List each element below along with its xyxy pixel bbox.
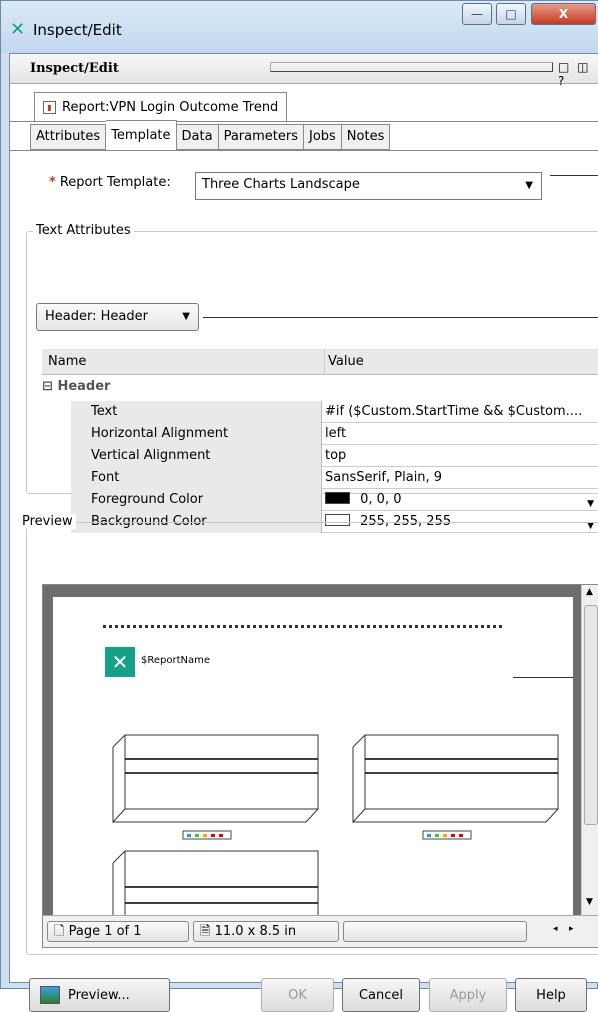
scroll-left-icon[interactable]: ◂: [553, 924, 558, 934]
scroll-up-icon[interactable]: ▲: [586, 587, 593, 597]
connector-line: [550, 175, 598, 176]
connector-line: [203, 317, 598, 318]
color-value: 0, 0, 0: [360, 492, 402, 507]
table-row[interactable]: Foreground Color 0, 0, 0 ▼: [71, 489, 598, 511]
divider: [10, 150, 598, 151]
column-header-value[interactable]: Value: [324, 349, 598, 375]
app-logo-icon: ✕: [10, 19, 26, 40]
header-text-placeholder: [103, 625, 503, 628]
help-button[interactable]: Help: [515, 978, 587, 1012]
divider: [10, 121, 598, 122]
tab-jobs[interactable]: Jobs: [303, 124, 342, 150]
panel-header: Inspect/Edit □ ◫ ?: [10, 54, 598, 88]
preview-button-label: Preview...: [68, 987, 130, 1003]
property-name: Font: [71, 467, 322, 489]
table-row[interactable]: Font SansSerif, Plain, 9: [71, 467, 598, 489]
ok-button[interactable]: OK: [261, 978, 334, 1012]
text-attributes-legend: Text Attributes: [33, 223, 134, 238]
property-value[interactable]: #if ($Custom.StartTime && $Custom....: [322, 401, 598, 423]
connector-line: [513, 677, 573, 678]
property-name: Horizontal Alignment: [71, 423, 322, 445]
page-size-indicator: 🗎 11.0 x 8.5 in: [193, 921, 339, 942]
maximize-button[interactable]: □: [496, 3, 526, 25]
color-swatch: [325, 492, 350, 504]
apply-button[interactable]: Apply: [429, 978, 507, 1012]
scroll-right-icon[interactable]: ▸: [569, 924, 574, 934]
preview-canvas[interactable]: ✕ $ReportName ▲ ▼ 🗋 Page 1 of 1 🗎 11.0 x…: [42, 584, 598, 948]
required-marker: *: [49, 175, 56, 190]
property-value[interactable]: left: [322, 423, 598, 445]
header-element-value: Header: Header: [45, 309, 148, 324]
property-value[interactable]: top: [322, 445, 598, 467]
tab-attributes[interactable]: Attributes: [30, 124, 107, 150]
preview-status-bar: 🗋 Page 1 of 1 🗎 11.0 x 8.5 in ◂ ▸: [43, 915, 598, 947]
report-chart-icon: ▮: [43, 101, 56, 114]
tab-template[interactable]: Template: [106, 120, 177, 150]
property-group-header[interactable]: ⊟ Header: [42, 379, 110, 394]
collapse-icon[interactable]: ⊟: [42, 379, 53, 394]
chevron-down-icon: ▼: [182, 311, 190, 322]
chevron-down-icon: ▼: [525, 180, 533, 191]
chart-thumbnail-1: [111, 734, 320, 840]
property-value[interactable]: SansSerif, Plain, 9: [322, 467, 598, 489]
inspect-edit-window: ✕ Inspect/Edit — □ X Inspect/Edit □ ◫ ? …: [0, 0, 598, 1012]
report-tab[interactable]: ▮ Report:VPN Login Outcome Trend: [34, 92, 288, 122]
chevron-down-icon[interactable]: ▼: [587, 494, 594, 511]
header-element-select[interactable]: Header: Header ▼: [36, 303, 199, 331]
minimize-button[interactable]: —: [462, 3, 492, 25]
property-name: Text: [71, 401, 322, 423]
property-name: Foreground Color: [71, 489, 322, 511]
tab-notes[interactable]: Notes: [341, 124, 391, 150]
horizontal-scrollbar[interactable]: [343, 921, 527, 942]
close-button[interactable]: X: [531, 3, 596, 25]
panel-title: Inspect/Edit: [30, 61, 119, 76]
title-bar[interactable]: ✕ Inspect/Edit — □ X: [1, 1, 598, 53]
property-value[interactable]: 0, 0, 0 ▼: [322, 489, 598, 511]
report-tab-label: Report:VPN Login Outcome Trend: [62, 100, 279, 115]
page-icon: 🗋: [54, 924, 65, 939]
page-indicator: 🗋 Page 1 of 1: [47, 921, 189, 942]
group-label: Header: [57, 379, 111, 394]
cancel-button[interactable]: Cancel: [342, 978, 420, 1012]
page-size-icon: 🗎: [200, 924, 211, 939]
preview-button[interactable]: Preview...: [29, 978, 170, 1012]
report-template-value: Three Charts Landscape: [202, 177, 360, 192]
tab-data[interactable]: Data: [176, 124, 219, 150]
table-row[interactable]: Horizontal Alignment left: [71, 423, 598, 445]
page-size-label: 11.0 x 8.5 in: [214, 924, 297, 939]
report-name-placeholder: $ReportName: [141, 655, 211, 666]
scroll-down-icon[interactable]: ▼: [586, 897, 593, 907]
table-row[interactable]: Vertical Alignment top: [71, 445, 598, 467]
client-area: Inspect/Edit □ ◫ ? ▮ Report:VPN Login Ou…: [9, 53, 598, 1012]
property-name: Vertical Alignment: [71, 445, 322, 467]
panel-controls-icon[interactable]: □ ◫ ?: [558, 60, 598, 88]
vertical-scrollbar[interactable]: ▲ ▼: [581, 585, 598, 915]
column-header-name[interactable]: Name: [42, 349, 324, 375]
preview-page: ✕ $ReportName: [53, 597, 573, 915]
tab-parameters[interactable]: Parameters: [218, 124, 304, 150]
panel-drag-handle[interactable]: [270, 62, 553, 72]
report-template-label: * Report Template:: [49, 175, 171, 190]
page-label: Page 1 of 1: [68, 924, 142, 939]
preview-legend: Preview: [19, 514, 76, 529]
table-row[interactable]: Text #if ($Custom.StartTime && $Custom..…: [71, 401, 598, 423]
report-template-select[interactable]: Three Charts Landscape ▼: [195, 172, 542, 200]
scroll-thumb[interactable]: [584, 605, 598, 825]
chart-thumbnail-3: [112, 850, 319, 915]
window-title: Inspect/Edit: [33, 21, 122, 39]
report-logo-icon: ✕: [105, 647, 135, 677]
report-template-label-text: Report Template:: [59, 175, 171, 190]
chart-thumbnail-2: [351, 734, 560, 840]
tab-bar: Attributes Template Data Parameters Jobs…: [30, 120, 391, 150]
